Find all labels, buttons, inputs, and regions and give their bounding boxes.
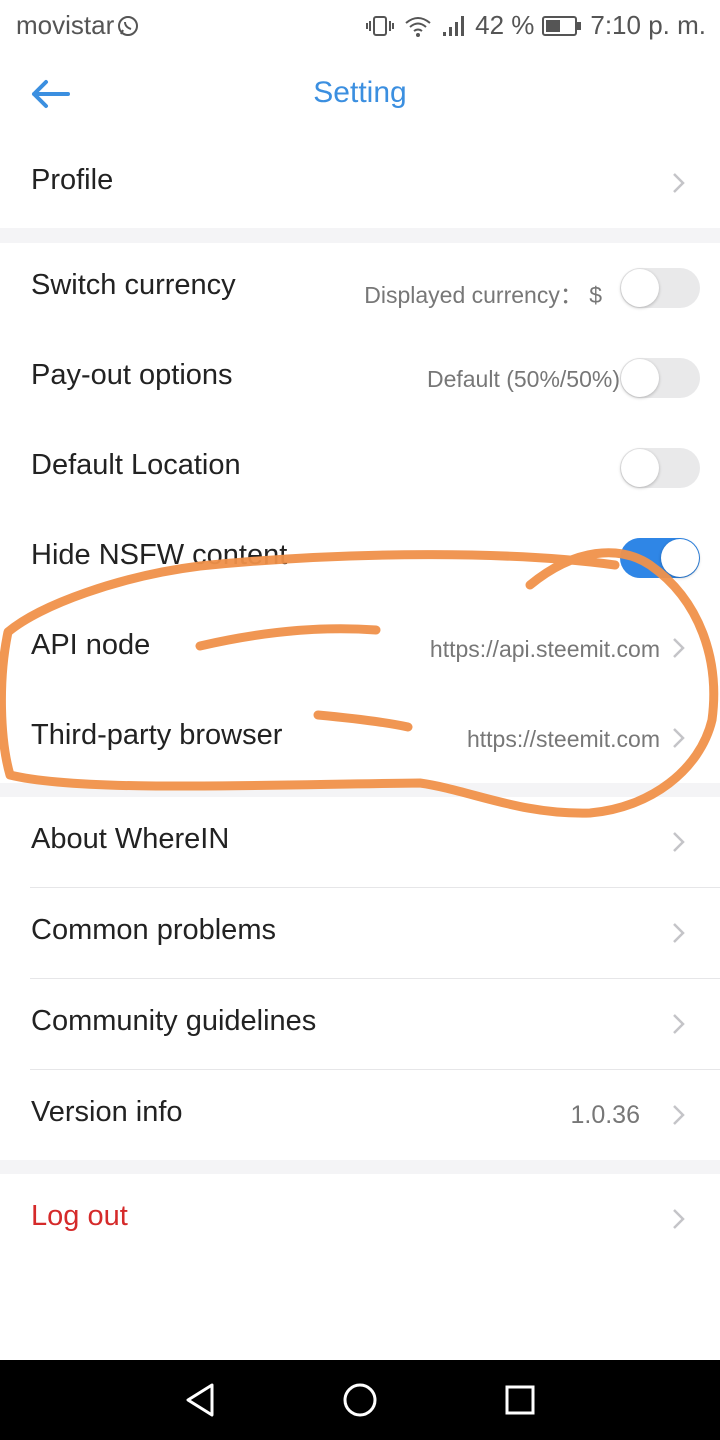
chevron-right-icon — [673, 638, 685, 658]
chevron-right-icon — [673, 1105, 685, 1125]
battery-icon — [542, 15, 582, 37]
info-section: About WhereIN Common problems Community … — [0, 797, 720, 1160]
triangle-back-icon — [186, 1383, 214, 1417]
switch-currency-row: Switch currency Displayed currency： $ — [0, 243, 720, 333]
version-info-row[interactable]: Version info 1.0.36 — [0, 1070, 720, 1160]
payout-options-toggle[interactable] — [620, 358, 700, 398]
chevron-right-icon — [673, 923, 685, 943]
clock: 7:10 p. m. — [590, 10, 706, 40]
header: Setting — [0, 50, 720, 138]
signal-icon — [441, 14, 467, 38]
default-location-row: Default Location — [0, 423, 720, 513]
payout-options-label: Pay-out options — [31, 359, 233, 391]
toggle-knob — [621, 269, 659, 307]
nav-recents-button[interactable] — [498, 1378, 542, 1422]
switch-currency-value: Displayed currency： $ — [364, 282, 602, 308]
battery-percent: 42 % — [475, 10, 535, 40]
payout-options-row: Pay-out options Default (50%/50%) — [0, 333, 720, 423]
hide-nsfw-label: Hide NSFW content — [31, 539, 288, 571]
profile-row[interactable]: Profile — [0, 138, 720, 228]
nav-back-button[interactable] — [178, 1378, 222, 1422]
toggle-knob — [621, 359, 659, 397]
chevron-right-icon — [673, 173, 685, 193]
system-nav-bar — [0, 1360, 720, 1440]
third-party-browser-row[interactable]: Third-party browser https://steemit.com — [0, 693, 720, 783]
switch-currency-toggle[interactable] — [620, 268, 700, 308]
hide-nsfw-row: Hide NSFW content — [0, 513, 720, 603]
logout-section: Log out — [0, 1174, 720, 1360]
toggle-knob — [621, 449, 659, 487]
hide-nsfw-toggle[interactable] — [620, 538, 700, 578]
community-guidelines-row[interactable]: Community guidelines — [0, 979, 720, 1069]
whatsapp-icon — [116, 14, 140, 38]
payout-options-value: Default (50%/50%) — [426, 366, 620, 392]
version-info-label: Version info — [31, 1096, 183, 1128]
third-party-browser-label: Third-party browser — [31, 719, 283, 751]
carrier-group: movistar — [16, 10, 140, 41]
circle-home-icon — [343, 1383, 377, 1417]
about-row[interactable]: About WhereIN — [0, 797, 720, 887]
switch-currency-label: Switch currency — [31, 269, 236, 301]
api-node-value: https://api.steemit.com — [429, 636, 660, 662]
api-node-row[interactable]: API node https://api.steemit.com — [0, 603, 720, 693]
vibrate-icon — [365, 14, 395, 38]
default-location-label: Default Location — [31, 449, 241, 481]
version-number: 1.0.36 — [570, 1101, 640, 1129]
toggle-knob — [661, 539, 699, 577]
wifi-icon — [403, 14, 433, 38]
status-icons: 42 % 7:10 p. m. — [365, 10, 706, 41]
carrier-name: movistar — [16, 10, 115, 40]
profile-label: Profile — [31, 164, 114, 196]
nav-home-button[interactable] — [338, 1378, 382, 1422]
chevron-right-icon — [673, 728, 685, 748]
default-location-toggle[interactable] — [620, 448, 700, 488]
community-guidelines-label: Community guidelines — [31, 1005, 317, 1037]
status-bar: movistar 42 % 7:10 p. m. — [0, 0, 720, 50]
common-problems-label: Common problems — [31, 914, 276, 946]
about-label: About WhereIN — [31, 823, 230, 855]
chevron-right-icon — [673, 1209, 685, 1229]
chevron-right-icon — [673, 1014, 685, 1034]
common-problems-row[interactable]: Common problems — [0, 888, 720, 978]
api-node-label: API node — [31, 629, 151, 661]
log-out-label: Log out — [31, 1200, 128, 1232]
log-out-row[interactable]: Log out — [0, 1174, 720, 1264]
chevron-right-icon — [673, 832, 685, 852]
preferences-section: Switch currency Displayed currency： $ Pa… — [0, 243, 720, 783]
square-recents-icon — [505, 1385, 535, 1415]
profile-section: Profile — [0, 138, 720, 228]
third-party-browser-value: https://steemit.com — [466, 726, 660, 752]
page-title: Setting — [313, 76, 407, 109]
